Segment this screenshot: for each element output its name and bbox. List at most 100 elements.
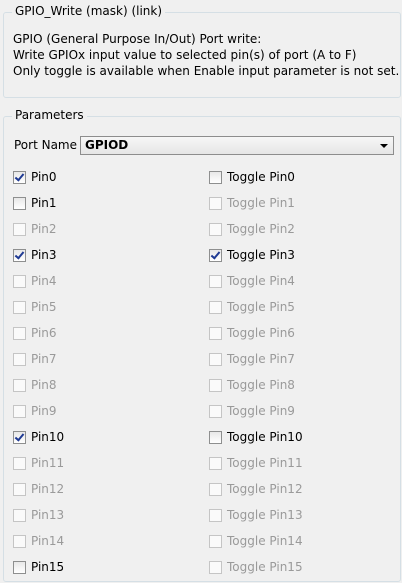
toggle-pin-checkbox-1: Toggle Pin1	[209, 195, 295, 211]
pin-checkbox-1[interactable]: Pin1	[13, 195, 57, 211]
description-line: Only toggle is available when Enable inp…	[13, 64, 400, 78]
description-line: GPIO (General Purpose In/Out) Port write…	[13, 32, 262, 46]
checkbox-unchecked-icon[interactable]	[13, 560, 26, 574]
pin-checkbox-7: Pin7	[13, 351, 57, 367]
parameters-group: Parameters Port Name GPIOD Pin0 Pin1 Pin2 P…	[3, 108, 401, 582]
checkbox-unchecked-icon	[13, 222, 26, 236]
toggle-pin-checkbox-label: Toggle Pin11	[227, 456, 303, 470]
pin-checkbox-0[interactable]: Pin0	[13, 169, 57, 185]
checkbox-unchecked-icon	[209, 508, 222, 522]
description-group-title[interactable]: GPIO_Write (mask) (link)	[12, 4, 166, 18]
toggle-pin-checkbox-label: Toggle Pin14	[227, 534, 303, 548]
pin-checkbox-5: Pin5	[13, 299, 57, 315]
toggle-pin-checkbox-2: Toggle Pin2	[209, 221, 295, 237]
toggle-pin-checkbox-label: Toggle Pin8	[227, 378, 295, 392]
description-line: Write GPIOx input value to selected pin(…	[13, 48, 357, 62]
pin-checkbox-14: Pin14	[13, 533, 64, 549]
toggle-pin-checkbox-label: Toggle Pin2	[227, 222, 295, 236]
toggle-pin-checkbox-label[interactable]: Toggle Pin10	[227, 430, 303, 444]
checkbox-unchecked-icon	[209, 222, 222, 236]
toggle-pin-checkbox-3[interactable]: Toggle Pin3	[209, 247, 295, 263]
description-text: GPIO (General Purpose In/Out) Port write…	[13, 31, 399, 79]
checkbox-unchecked-icon	[209, 404, 222, 418]
toggle-pin-checkbox-5: Toggle Pin5	[209, 299, 295, 315]
port-name-value: GPIOD	[85, 138, 129, 152]
checkbox-checked-icon[interactable]	[209, 248, 222, 262]
toggle-pin-checkbox-6: Toggle Pin6	[209, 325, 295, 341]
pin-checkbox-label[interactable]: Pin1	[31, 196, 57, 210]
toggle-pin-checkbox-12: Toggle Pin12	[209, 481, 303, 497]
checkbox-unchecked-icon	[13, 456, 26, 470]
toggle-pin-checkbox-label: Toggle Pin15	[227, 560, 303, 574]
toggle-pin-checkbox-8: Toggle Pin8	[209, 377, 295, 393]
checkbox-unchecked-icon	[209, 534, 222, 548]
checkbox-unchecked-icon	[209, 482, 222, 496]
pin-checkbox-8: Pin8	[13, 377, 57, 393]
pin-checkbox-label[interactable]: Pin0	[31, 170, 57, 184]
pin-checkbox-label[interactable]: Pin15	[31, 560, 64, 574]
pin-checkbox-11: Pin11	[13, 455, 64, 471]
pin-checkbox-13: Pin13	[13, 507, 64, 523]
toggle-pin-checkbox-14: Toggle Pin14	[209, 533, 303, 549]
toggle-pin-checkbox-label: Toggle Pin1	[227, 196, 295, 210]
checkbox-unchecked-icon	[209, 378, 222, 392]
checkbox-unchecked-icon	[13, 534, 26, 548]
chevron-down-icon[interactable]	[380, 144, 388, 148]
checkbox-unchecked-icon	[209, 456, 222, 470]
toggle-pin-checkbox-label: Toggle Pin4	[227, 274, 295, 288]
pin-checkbox-label: Pin4	[31, 274, 57, 288]
toggle-pin-checkbox-label: Toggle Pin13	[227, 508, 303, 522]
checkbox-unchecked-icon[interactable]	[209, 170, 222, 184]
checkbox-unchecked-icon	[209, 196, 222, 210]
pin-checkbox-label: Pin5	[31, 300, 57, 314]
pin-checkbox-3[interactable]: Pin3	[13, 247, 57, 263]
checkbox-checked-icon[interactable]	[13, 170, 26, 184]
pin-checkbox-label: Pin8	[31, 378, 57, 392]
pin-checkbox-label: Pin12	[31, 482, 65, 496]
toggle-pin-checkbox-label[interactable]: Toggle Pin3	[227, 248, 295, 262]
description-group: GPIO_Write (mask) (link) GPIO (General P…	[3, 4, 401, 98]
pin-checkbox-label: Pin9	[31, 404, 57, 418]
checkbox-unchecked-icon[interactable]	[209, 430, 222, 444]
checkbox-unchecked-icon	[13, 404, 26, 418]
checkbox-checked-icon[interactable]	[13, 430, 26, 444]
pin-checkbox-9: Pin9	[13, 403, 57, 419]
pin-checkbox-label[interactable]: Pin10	[31, 430, 64, 444]
pin-checkbox-4: Pin4	[13, 273, 57, 289]
pin-checkbox-15[interactable]: Pin15	[13, 559, 64, 575]
toggle-pin-checkbox-10[interactable]: Toggle Pin10	[209, 429, 303, 445]
pin-checkbox-label: Pin11	[31, 456, 65, 470]
pin-checkbox-10[interactable]: Pin10	[13, 429, 64, 445]
checkbox-unchecked-icon	[209, 300, 222, 314]
checkbox-unchecked-icon	[13, 300, 26, 314]
toggle-pin-checkbox-15: Toggle Pin15	[209, 559, 303, 575]
toggle-pin-checkbox-13: Toggle Pin13	[209, 507, 303, 523]
checkbox-unchecked-icon	[13, 352, 26, 366]
toggle-pin-checkbox-label: Toggle Pin5	[227, 300, 295, 314]
toggle-pin-checkbox-0[interactable]: Toggle Pin0	[209, 169, 295, 185]
port-name-label: Port Name	[14, 138, 78, 152]
checkbox-unchecked-icon	[13, 508, 26, 522]
toggle-pin-checkbox-label: Toggle Pin12	[227, 482, 303, 496]
checkbox-unchecked-icon	[209, 560, 222, 574]
pin-checkbox-label: Pin2	[31, 222, 57, 236]
toggle-pin-checkbox-label: Toggle Pin7	[227, 352, 295, 366]
pin-checkbox-label[interactable]: Pin3	[31, 248, 57, 262]
port-name-dropdown[interactable]: GPIOD	[80, 136, 394, 155]
pin-checkbox-label: Pin13	[31, 508, 65, 522]
pin-checkbox-label: Pin14	[31, 534, 65, 548]
toggle-pin-checkbox-label[interactable]: Toggle Pin0	[227, 170, 295, 184]
toggle-pin-checkbox-label: Toggle Pin9	[227, 404, 295, 418]
checkbox-unchecked-icon	[13, 274, 26, 288]
toggle-pin-checkbox-label: Toggle Pin6	[227, 326, 295, 340]
toggle-pin-checkbox-7: Toggle Pin7	[209, 351, 295, 367]
toggle-pin-checkbox-9: Toggle Pin9	[209, 403, 295, 419]
pin-checkbox-label: Pin6	[31, 326, 57, 340]
toggle-pin-checkbox-11: Toggle Pin11	[209, 455, 303, 471]
checkbox-checked-icon[interactable]	[13, 248, 26, 262]
pin-checkbox-6: Pin6	[13, 325, 57, 341]
checkbox-unchecked-icon[interactable]	[13, 196, 26, 210]
checkbox-unchecked-icon	[13, 482, 26, 496]
toggle-pin-checkbox-4: Toggle Pin4	[209, 273, 295, 289]
checkbox-unchecked-icon	[209, 352, 222, 366]
